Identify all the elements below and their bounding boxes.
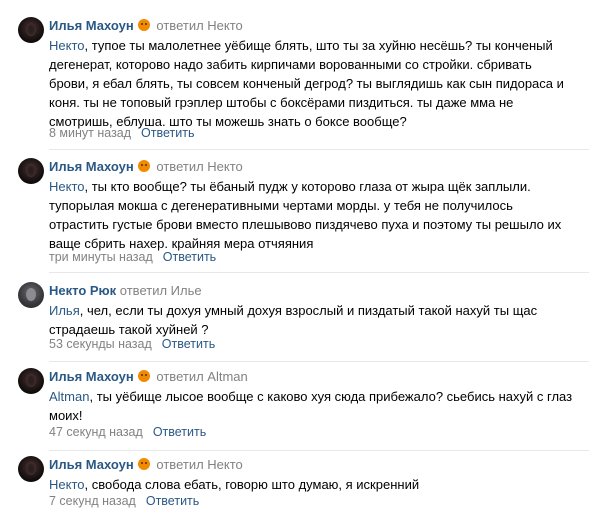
divider: [49, 450, 589, 451]
comment-meta: 8 минут назад Ответить: [49, 124, 194, 142]
replied-to-link[interactable]: Altman: [207, 369, 247, 384]
comment-line: , тупое ты малолетнее уёбище блять, што …: [84, 38, 553, 53]
comment-header: Некто Рюк ответил Илье: [49, 282, 202, 300]
comment-text: Некто, тупое ты малолетнее уёбище блять,…: [49, 36, 594, 131]
author-name[interactable]: Илья Махоун: [49, 159, 134, 174]
mention-link[interactable]: Илья: [49, 303, 80, 318]
comment-meta: три минуты назад Ответить: [49, 248, 216, 266]
mention-link[interactable]: Некто: [49, 179, 85, 194]
replied-to-link[interactable]: Некто: [207, 18, 243, 33]
timestamp[interactable]: 7 секунд назад: [49, 494, 136, 508]
comment-header: Илья Махоун ответил Некто: [49, 158, 243, 176]
author-name[interactable]: Илья Махоун: [49, 457, 134, 472]
comment-line: , ты уёбище лысое вообще с каково хуя сю…: [89, 389, 573, 404]
author-name[interactable]: Некто Рюк: [49, 283, 116, 298]
replied-text: ответил: [156, 18, 204, 33]
avatar[interactable]: [18, 158, 44, 184]
comment-list: Илья Махоун ответил Некто Некто, тупое т…: [0, 0, 604, 510]
comment-line: , ты кто вообще? ты ёбаный пудж у которо…: [84, 179, 531, 194]
comment-text: Altman, ты уёбище лысое вообще с каково …: [49, 387, 594, 425]
reply-button[interactable]: Ответить: [153, 425, 206, 439]
timestamp[interactable]: 53 секунды назад: [49, 337, 152, 351]
comment-line: дегенерат, которово надо забить кирпичам…: [49, 57, 532, 72]
reply-button[interactable]: Ответить: [146, 494, 199, 508]
avatar-face: [26, 462, 36, 475]
comment-meta: 53 секунды назад Ответить: [49, 335, 215, 353]
comment-header: Илья Махоун ответил Altman: [49, 368, 248, 386]
replied-to-link[interactable]: Илье: [171, 283, 202, 298]
author-name[interactable]: Илья Махоун: [49, 369, 134, 384]
reply-button[interactable]: Ответить: [163, 250, 216, 264]
avatar-face: [26, 23, 36, 36]
replied-to-link[interactable]: Некто: [207, 159, 243, 174]
avatar-face: [26, 288, 36, 301]
avatar[interactable]: [18, 282, 44, 308]
replied-text: ответил: [119, 283, 168, 298]
mention-link[interactable]: Некто: [49, 477, 85, 492]
avatar[interactable]: [18, 368, 44, 394]
author-name[interactable]: Илья Махоун: [49, 18, 134, 33]
pumpkin-emoji-icon: [137, 19, 150, 31]
divider: [49, 361, 589, 362]
comment-meta: 47 секунд назад Ответить: [49, 423, 206, 441]
comment-line: , чел, если ты дохуя умный дохуя взрослы…: [79, 303, 538, 318]
comment-line: тупорылая мокша с дегенеративными чертам…: [49, 198, 513, 213]
pumpkin-emoji-icon: [137, 370, 150, 382]
comment-line: моих!: [49, 408, 83, 423]
comment-text: Илья, чел, если ты дохуя умный дохуя взр…: [49, 301, 594, 339]
avatar-face: [26, 164, 36, 177]
avatar-face: [26, 374, 36, 387]
pumpkin-emoji-icon: [137, 458, 150, 470]
divider: [49, 272, 589, 273]
replied-text: ответил: [156, 457, 204, 472]
avatar[interactable]: [18, 17, 44, 43]
comment-header: Илья Махоун ответил Некто: [49, 456, 243, 474]
avatar[interactable]: [18, 456, 44, 482]
mention-link[interactable]: Altman: [49, 389, 89, 404]
comment-line: коня. ты не топовый грэплер штобы с бокс…: [49, 95, 514, 110]
comment-line: отрастить густые брови вместо плешывово …: [49, 217, 562, 232]
divider: [49, 149, 589, 150]
comment-text: Некто, ты кто вообще? ты ёбаный пудж у к…: [49, 177, 594, 253]
replied-text: ответил: [156, 369, 204, 384]
timestamp[interactable]: 47 секунд назад: [49, 425, 143, 439]
timestamp[interactable]: 8 минут назад: [49, 126, 131, 140]
reply-button[interactable]: Ответить: [141, 126, 194, 140]
timestamp[interactable]: три минуты назад: [49, 250, 153, 264]
comment-meta: 7 секунд назад Ответить: [49, 492, 199, 510]
replied-to-link[interactable]: Некто: [207, 457, 243, 472]
pumpkin-emoji-icon: [137, 160, 150, 172]
mention-link[interactable]: Некто: [49, 38, 85, 53]
comment-line: , свобода слова ебать, говорю што думаю,…: [84, 477, 420, 492]
comment-header: Илья Махоун ответил Некто: [49, 17, 243, 35]
comment-line: брови, я ебал блять, ты совсем конченый …: [49, 76, 564, 91]
reply-button[interactable]: Ответить: [162, 337, 215, 351]
replied-text: ответил: [156, 159, 204, 174]
